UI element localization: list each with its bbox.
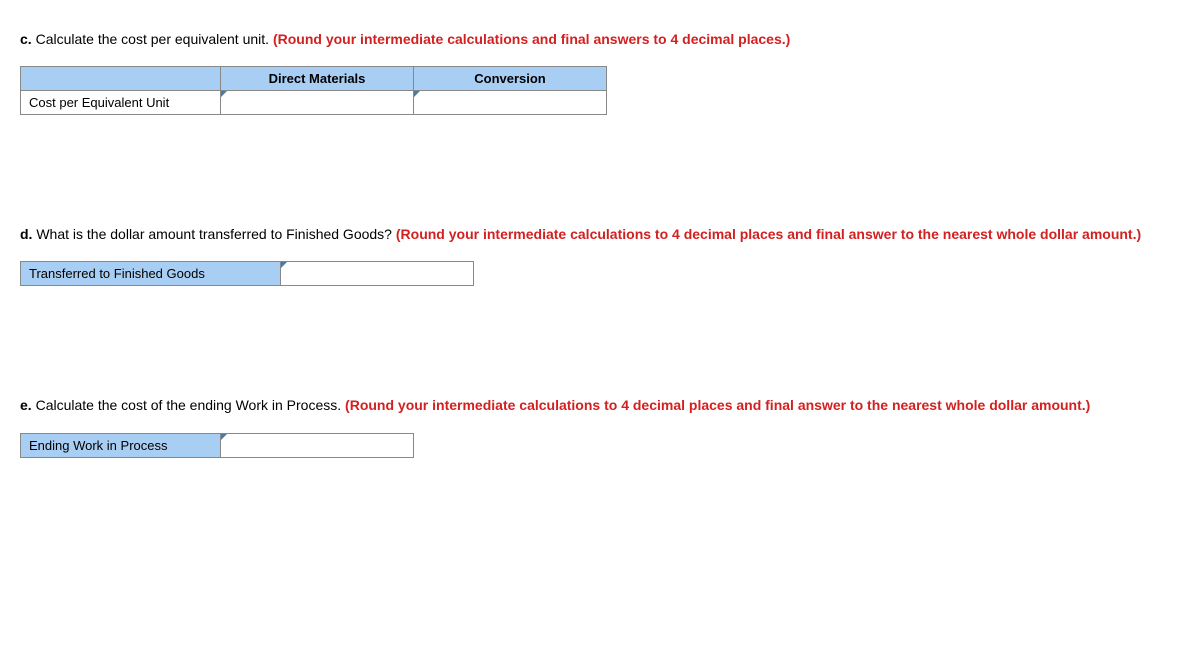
question-e-text: Calculate the cost of the ending Work in… <box>36 397 342 413</box>
question-e-table: Ending Work in Process <box>20 433 414 458</box>
ending-wip-input[interactable] <box>221 434 413 457</box>
transferred-label: Transferred to Finished Goods <box>21 262 281 286</box>
input-indicator-icon <box>281 262 287 268</box>
question-d-label: d. <box>20 226 32 242</box>
input-indicator-icon <box>414 91 420 97</box>
conversion-header: Conversion <box>414 67 607 91</box>
question-c-label: c. <box>20 31 32 47</box>
question-d-prompt: d. What is the dollar amount transferred… <box>20 225 1180 243</box>
question-e-label: e. <box>20 397 32 413</box>
question-d-text: What is the dollar amount transferred to… <box>36 226 392 242</box>
direct-materials-header: Direct Materials <box>221 67 414 91</box>
ending-wip-label: Ending Work in Process <box>21 433 221 457</box>
question-e: e. Calculate the cost of the ending Work… <box>20 396 1180 457</box>
question-e-prompt: e. Calculate the cost of the ending Work… <box>20 396 1180 414</box>
question-d: d. What is the dollar amount transferred… <box>20 225 1180 286</box>
question-e-instruction: (Round your intermediate calculations to… <box>345 397 1090 413</box>
cost-per-unit-label: Cost per Equivalent Unit <box>21 91 221 115</box>
question-d-instruction: (Round your intermediate calculations to… <box>396 226 1141 242</box>
question-c-text: Calculate the cost per equivalent unit. <box>36 31 269 47</box>
question-c-table: Direct Materials Conversion Cost per Equ… <box>20 66 607 115</box>
conversion-input-cell[interactable] <box>414 91 607 115</box>
direct-materials-input[interactable] <box>221 91 413 114</box>
transferred-input-cell[interactable] <box>281 262 474 286</box>
empty-header-cell <box>21 67 221 91</box>
conversion-input[interactable] <box>414 91 606 114</box>
input-indicator-icon <box>221 434 227 440</box>
input-indicator-icon <box>221 91 227 97</box>
question-c: c. Calculate the cost per equivalent uni… <box>20 30 1180 115</box>
ending-wip-input-cell[interactable] <box>221 433 414 457</box>
question-c-prompt: c. Calculate the cost per equivalent uni… <box>20 30 1180 48</box>
question-c-instruction: (Round your intermediate calculations an… <box>273 31 790 47</box>
question-d-table: Transferred to Finished Goods <box>20 261 474 286</box>
transferred-input[interactable] <box>281 262 473 285</box>
direct-materials-input-cell[interactable] <box>221 91 414 115</box>
